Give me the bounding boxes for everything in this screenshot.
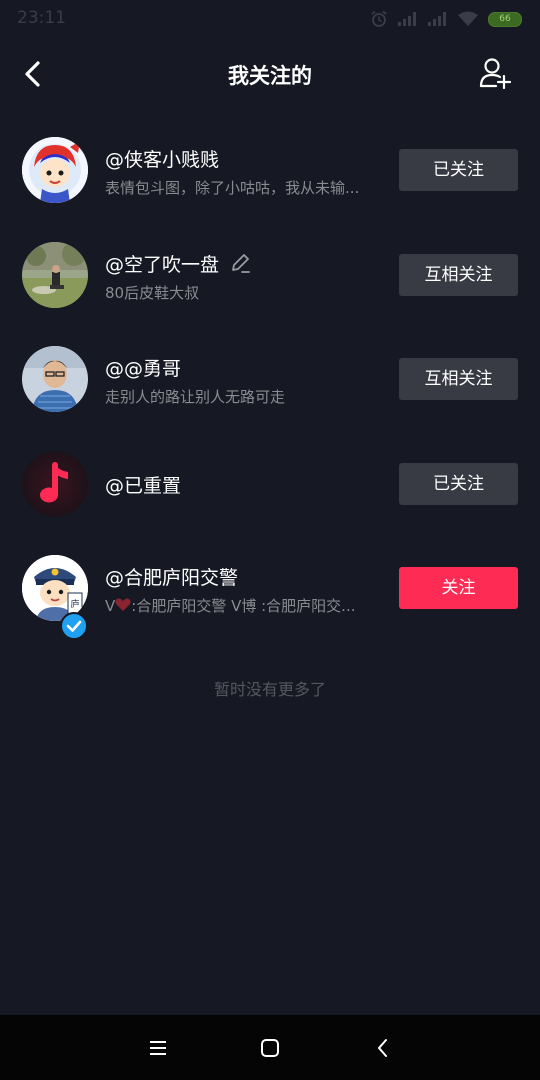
user-description: 走别人的路让别人无路可走 [105, 388, 286, 406]
user-name[interactable]: @已重置 [105, 471, 181, 498]
battery-indicator: 66 [488, 11, 522, 27]
user-name[interactable]: @空了吹一盘 [105, 250, 219, 277]
user-name[interactable]: @侠客小贱贱 [105, 145, 219, 172]
status-time: 23:11 [17, 8, 66, 28]
status-bar: 23:11 66 [0, 0, 540, 38]
user-name-line: @合肥庐阳交警 [105, 563, 238, 590]
following-list: @侠客小贱贱 表情包斗图，除了小咕咕，我从未输... 已关注 @空了吹一盘 80… [0, 118, 540, 641]
avatar[interactable] [22, 450, 88, 517]
follow-button[interactable]: 关注 [399, 567, 518, 609]
header: 我关注的 [0, 40, 540, 108]
user-description: 表情包斗图，除了小咕咕，我从未输... [105, 179, 360, 197]
photo-avatar-icon [22, 346, 88, 412]
avatar[interactable] [22, 346, 88, 412]
back-triangle-icon [378, 1039, 387, 1057]
avatar[interactable] [22, 137, 88, 203]
user-name-line: @空了吹一盘 [105, 250, 251, 277]
user-name-line: @侠客小贱贱 [105, 145, 219, 172]
add-friend-button[interactable] [478, 56, 512, 90]
user-name-line: @已重置 [105, 471, 181, 498]
mutual-follow-button[interactable]: 互相关注 [399, 358, 518, 400]
verified-badge-icon [60, 612, 88, 640]
no-more-text: 暂时没有更多了 [213, 680, 326, 699]
page-title: 我关注的 [228, 64, 312, 88]
photo-avatar-icon [22, 241, 88, 308]
desc-prefix: V [105, 597, 116, 615]
user-name[interactable]: @@勇哥 [105, 354, 181, 381]
menu-button[interactable] [147, 1037, 169, 1059]
signal-icon [398, 12, 416, 26]
user-description: V :合肥庐阳交警 V博 :合肥庐阳交... [105, 595, 377, 616]
user-name[interactable]: @合肥庐阳交警 [105, 563, 238, 590]
list-item[interactable]: 庐 @合肥庐阳交警 V :合肥庐阳交警 V博 :合肥庐阳交... 关注 [0, 536, 540, 641]
add-user-icon [479, 58, 512, 90]
list-item[interactable]: @侠客小贱贱 表情包斗图，除了小咕咕，我从未输... 已关注 [0, 118, 540, 223]
heart-icon [115, 598, 131, 611]
list-item[interactable]: @@勇哥 走别人的路让别人无路可走 互相关注 [0, 327, 540, 432]
wifi-icon [458, 11, 478, 26]
home-square-icon [261, 1039, 279, 1057]
following-button[interactable]: 已关注 [399, 149, 518, 191]
avatar[interactable] [22, 241, 88, 308]
signal-icon-2 [428, 12, 446, 26]
svg-text:庐: 庐 [70, 598, 79, 610]
alarm-icon [371, 10, 387, 27]
following-button[interactable]: 已关注 [399, 462, 518, 505]
status-icons: 66 [370, 10, 522, 28]
system-nav-bar [0, 1015, 540, 1080]
edit-pencil-icon[interactable] [229, 252, 251, 274]
music-note-icon [22, 450, 88, 517]
list-item[interactable]: @已重置 已关注 [0, 432, 540, 537]
user-description: 80后皮鞋大叔 [105, 283, 200, 302]
home-button[interactable] [259, 1037, 281, 1059]
menu-icon [150, 1041, 166, 1055]
cartoon-avatar-icon [22, 137, 88, 203]
mutual-follow-button[interactable]: 互相关注 [399, 253, 518, 296]
desc-text: :合肥庐阳交警 V博 :合肥庐阳交... [131, 597, 356, 615]
list-item[interactable]: @空了吹一盘 80后皮鞋大叔 互相关注 [0, 223, 540, 328]
user-name-line: @@勇哥 [105, 354, 181, 381]
system-back-button[interactable] [372, 1037, 394, 1059]
